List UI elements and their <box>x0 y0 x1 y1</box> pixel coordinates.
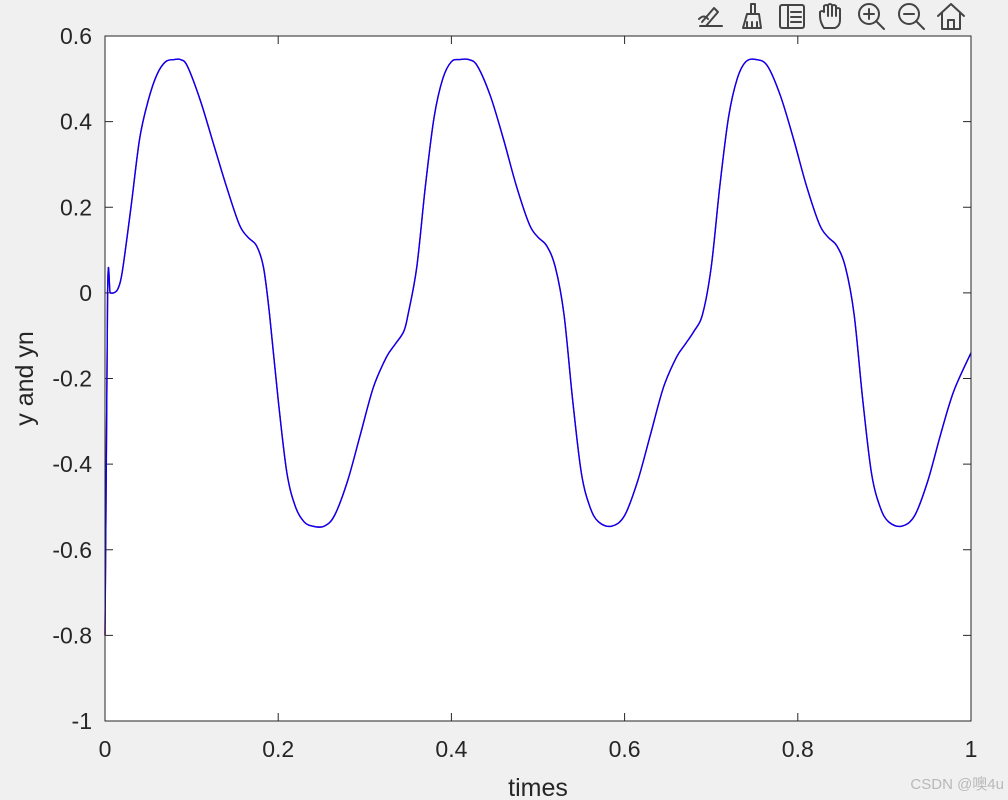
y-tick-label: -0.6 <box>52 537 92 563</box>
legend-icon[interactable] <box>777 2 807 30</box>
x-axis-label: times <box>508 774 568 800</box>
axes-background <box>105 36 971 721</box>
y-tick-label: 0 <box>79 280 92 306</box>
x-tick-label: 0.6 <box>609 736 641 762</box>
pan-hand-icon[interactable] <box>816 2 846 30</box>
y-tick-label: 0.6 <box>60 23 92 49</box>
x-tick-label: 0.4 <box>435 736 467 762</box>
x-tick-label: 0.8 <box>782 736 814 762</box>
home-icon[interactable] <box>936 2 966 30</box>
y-tick-label: 0.2 <box>60 194 92 220</box>
x-tick-label: 1 <box>965 736 978 762</box>
y-tick-label: 0.4 <box>60 109 92 135</box>
y-tick-label: -0.4 <box>52 451 92 477</box>
x-tick-label: 0.2 <box>262 736 294 762</box>
edit-plot-icon[interactable] <box>696 2 726 30</box>
brush-icon[interactable] <box>737 2 767 30</box>
figure-canvas: 0 0.2 0.4 0.6 0.8 1 -1 -0.8 -0.6 -0.4 -0.2 0 0.2 0.4… <box>0 0 1008 800</box>
y-axis-label: y and yn <box>11 331 39 426</box>
zoom-out-icon[interactable] <box>896 2 926 30</box>
y-tick-label: -1 <box>72 708 92 734</box>
watermark: CSDN @噢4u <box>910 776 1004 793</box>
zoom-in-icon[interactable] <box>856 2 886 30</box>
y-tick-label: -0.2 <box>52 366 92 392</box>
x-tick-label: 0 <box>99 736 112 762</box>
y-tick-label: -0.8 <box>52 622 92 648</box>
